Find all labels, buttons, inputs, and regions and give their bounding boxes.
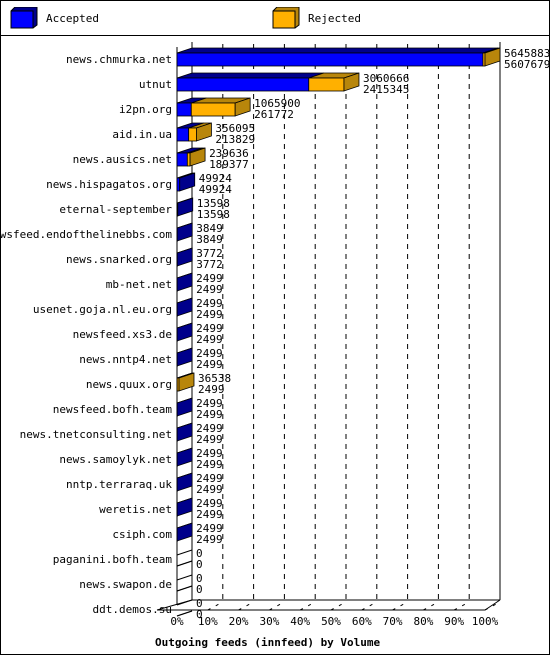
value-label-accepted: 2499 bbox=[196, 533, 223, 546]
value-label-accepted: 49924 bbox=[199, 183, 232, 196]
value-label-accepted: 213829 bbox=[215, 133, 255, 146]
category-label: ddt.demos.su bbox=[93, 603, 172, 616]
category-label: newsfeed.endofthelinebbs.com bbox=[0, 228, 172, 241]
rejected-bar-front bbox=[186, 152, 191, 167]
value-label-accepted: 2415345 bbox=[363, 83, 409, 96]
empty-bar-edge bbox=[176, 549, 193, 556]
accepted-bar-front bbox=[176, 127, 190, 142]
chart-title: Outgoing feeds (innfeed) by Volume bbox=[155, 636, 381, 649]
bar-side bbox=[176, 497, 193, 517]
accepted-bar-top bbox=[176, 47, 499, 54]
bar-side bbox=[176, 447, 193, 467]
tick-depth-line bbox=[423, 601, 439, 611]
value-label-accepted: 2499 bbox=[196, 358, 223, 371]
bar-side bbox=[176, 272, 193, 292]
empty-bar-edge bbox=[176, 599, 193, 606]
value-label-accepted: 2499 bbox=[196, 508, 223, 521]
category-label: news.swapon.de bbox=[79, 578, 172, 591]
value-label-accepted: 2499 bbox=[196, 283, 223, 296]
category-label: news.tnetconsulting.net bbox=[20, 428, 172, 441]
category-label: news.quux.org bbox=[86, 378, 172, 391]
category-label: eternal-september bbox=[59, 203, 172, 216]
rejected-bar-front bbox=[308, 77, 345, 92]
tick-depth-line bbox=[330, 601, 347, 611]
category-label: news.chmurka.net bbox=[66, 53, 172, 66]
tick-depth-line bbox=[484, 601, 501, 611]
value-label-accepted: 2499 bbox=[196, 458, 223, 471]
category-label: newsfeed.bofh.team bbox=[53, 403, 173, 416]
value-label-accepted: 2499 bbox=[196, 308, 223, 321]
value-label-accepted: 2499 bbox=[196, 433, 223, 446]
accepted-bar-front bbox=[176, 102, 192, 117]
bar-side bbox=[177, 197, 194, 217]
rejected-bar-front bbox=[188, 127, 197, 142]
category-label: news.hispagatos.org bbox=[46, 178, 172, 191]
bar-side bbox=[176, 397, 193, 417]
tick-depth-line bbox=[392, 601, 408, 611]
category-label: nntp.terraraq.uk bbox=[66, 478, 172, 491]
empty-bar-edge bbox=[176, 574, 193, 581]
value-label-accepted: 5607679 bbox=[504, 58, 550, 71]
x-tick-label: 0% bbox=[170, 615, 184, 628]
category-label: news.snarked.org bbox=[66, 253, 172, 266]
tick-depth-line bbox=[453, 601, 470, 611]
category-label: news.samoylyk.net bbox=[59, 453, 172, 466]
value-label-accepted: 3772 bbox=[196, 258, 223, 271]
x-tick-label: 30% bbox=[259, 615, 279, 628]
rejected-bar-front bbox=[190, 102, 236, 117]
tick-depth-line bbox=[207, 601, 224, 611]
bar-side bbox=[176, 422, 193, 442]
accepted-bar-front bbox=[176, 152, 188, 167]
tick-depth-line bbox=[361, 601, 378, 611]
x-tick-label: 50% bbox=[321, 615, 341, 628]
value-label-accepted: 261772 bbox=[254, 108, 294, 121]
value-label-accepted: 2499 bbox=[196, 408, 223, 421]
value-label-accepted: 2499 bbox=[196, 483, 223, 496]
x-tick-label: 60% bbox=[352, 615, 372, 628]
bar-side bbox=[176, 522, 193, 542]
bar-side bbox=[176, 222, 193, 242]
tick-depth-line bbox=[299, 601, 316, 611]
category-label: usenet.goja.nl.eu.org bbox=[33, 303, 172, 316]
bar-side bbox=[176, 347, 193, 367]
bar-chart: 0% 10% 20% 30% 40% 50% 60% 70% 80% 90% 100%news.ch… bbox=[0, 42, 550, 649]
category-label: aid.in.ua bbox=[112, 128, 172, 141]
empty-bar-edge bbox=[176, 610, 193, 617]
value-label-accepted: 0 bbox=[196, 608, 203, 621]
x-tick-label: 80% bbox=[413, 615, 433, 628]
value-label-accepted: 189377 bbox=[209, 158, 249, 171]
empty-bar-edge bbox=[176, 585, 193, 592]
value-label-accepted: 3849 bbox=[196, 233, 223, 246]
bar-side bbox=[176, 297, 193, 317]
bar-side bbox=[176, 472, 193, 492]
accepted-bar-front bbox=[176, 52, 484, 67]
category-label: i2pn.org bbox=[119, 103, 172, 116]
value-label-accepted: 13598 bbox=[197, 208, 230, 221]
accepted-bar-top bbox=[176, 72, 324, 79]
x-tick-label: 20% bbox=[229, 615, 249, 628]
bar-side bbox=[176, 322, 193, 342]
category-label: weretis.net bbox=[99, 503, 172, 516]
x-tick-label: 90% bbox=[444, 615, 464, 628]
category-label: newsfeed.xs3.de bbox=[73, 328, 172, 341]
category-label: utnut bbox=[139, 78, 172, 91]
x-tick-label: 100% bbox=[472, 615, 499, 628]
category-label: csiph.com bbox=[112, 528, 172, 541]
value-label-accepted: 2499 bbox=[196, 333, 223, 346]
bar-side bbox=[176, 247, 193, 267]
value-label-accepted: 0 bbox=[196, 558, 203, 571]
tick-depth-line bbox=[269, 601, 285, 611]
category-label: news.ausics.net bbox=[73, 153, 172, 166]
x-tick-label: 70% bbox=[383, 615, 403, 628]
x-tick-label: 40% bbox=[290, 615, 310, 628]
accepted-bar-front bbox=[176, 177, 181, 192]
tick-depth-line bbox=[238, 601, 254, 611]
category-label: news.nntp4.net bbox=[79, 353, 172, 366]
category-label: mb-net.net bbox=[106, 278, 172, 291]
accepted-bar-front bbox=[176, 77, 310, 92]
value-label-accepted: 2499 bbox=[198, 383, 225, 396]
value-label-accepted: 0 bbox=[196, 583, 203, 596]
category-label: paganini.bofh.team bbox=[53, 553, 173, 566]
empty-bar-edge bbox=[176, 560, 193, 567]
